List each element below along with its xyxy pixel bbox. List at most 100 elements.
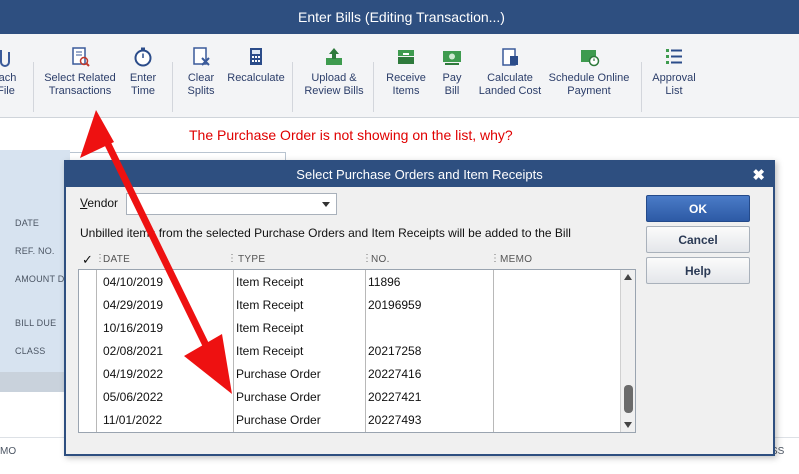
type-column-header[interactable]: TYPE — [238, 254, 265, 265]
row-type: Purchase Order — [236, 413, 321, 427]
toolbar-separator — [33, 62, 34, 112]
schedule-payment-icon — [578, 46, 600, 68]
annotation-text: The Purchase Order is not showing on the… — [189, 127, 513, 143]
enter-time-label: Enter Time — [129, 72, 157, 97]
recalculate-label: Recalculate — [227, 72, 285, 84]
approval-list-button[interactable]: Approval List — [648, 46, 700, 110]
upload-icon — [323, 46, 345, 68]
attach-file-label: tach File — [0, 72, 17, 97]
row-date: 04/10/2019 — [103, 275, 164, 289]
date-column-header[interactable]: DATE — [103, 254, 130, 265]
info-text: Unbilled items from the selected Purchas… — [80, 226, 571, 240]
receive-items-label: Receive Items — [386, 72, 426, 97]
table-row[interactable]: 10/16/2019 Item Receipt — [79, 316, 621, 339]
receive-items-icon — [395, 46, 417, 68]
amount-due-label: AMOUNT D — [15, 274, 65, 284]
row-type: Purchase Order — [236, 367, 321, 381]
table-row[interactable]: 04/19/2022 Purchase Order 20227416 — [79, 362, 621, 385]
pay-bill-icon — [441, 46, 463, 68]
dialog-title-bar: Select Purchase Orders and Item Receipts — [66, 162, 773, 187]
row-no: 20227421 — [368, 390, 422, 404]
cancel-button[interactable]: Cancel — [646, 226, 750, 253]
chevron-down-icon — [322, 202, 330, 207]
toolbar-separator — [373, 62, 374, 112]
attach-file-button[interactable]: tach File — [0, 46, 20, 110]
vendor-label: Vendor — [80, 196, 119, 210]
column-separator: ⋮ — [362, 253, 372, 264]
memo-label: MO — [0, 446, 17, 457]
dialog-title: Select Purchase Orders and Item Receipts — [296, 167, 543, 182]
enter-time-button[interactable]: Enter Time — [124, 46, 162, 110]
row-date: 02/08/2021 — [103, 344, 164, 358]
row-type: Purchase Order — [236, 390, 321, 404]
ok-button[interactable]: OK — [646, 195, 750, 222]
row-type: Item Receipt — [236, 344, 304, 358]
bill-due-label: BILL DUE — [15, 318, 57, 328]
approval-list-icon — [663, 46, 685, 68]
approval-list-label: Approval List — [652, 72, 696, 97]
clear-splits-button[interactable]: Clear Splits — [180, 46, 222, 110]
window-title: Enter Bills (Editing Transaction...) — [298, 9, 505, 25]
ref-no-label: REF. NO. — [15, 246, 55, 256]
column-separator: ⋮ — [227, 253, 237, 264]
row-date: 05/06/2022 — [103, 390, 164, 404]
transactions-table: 04/10/2019 Item Receipt 11896 04/29/2019… — [78, 269, 636, 433]
pay-bill-label: Pay Bill — [442, 72, 462, 97]
scroll-thumb[interactable] — [624, 385, 633, 413]
row-no: 20227493 — [368, 413, 422, 427]
select-related-transactions-label: Select Related Transactions — [44, 72, 116, 97]
table-row[interactable]: 04/10/2019 Item Receipt 11896 — [79, 270, 621, 293]
table-row[interactable]: 02/08/2021 Item Receipt 20217258 — [79, 339, 621, 362]
vendor-dropdown[interactable] — [126, 193, 337, 215]
clear-splits-icon — [190, 46, 212, 68]
date-label: DATE — [15, 218, 40, 228]
column-separator: ⋮ — [490, 253, 500, 264]
vertical-scrollbar[interactable] — [620, 270, 635, 432]
memo-column-header[interactable]: MEMO — [500, 254, 532, 265]
landed-cost-icon — [499, 46, 521, 68]
table-row[interactable]: 05/06/2022 Purchase Order 20227421 — [79, 385, 621, 408]
row-date: 04/29/2019 — [103, 298, 164, 312]
paperclip-icon — [0, 46, 17, 68]
toolbar: tach File Select Related Transactions En… — [0, 34, 799, 118]
row-type: Item Receipt — [236, 275, 304, 289]
recalculate-button[interactable]: Recalculate — [224, 46, 288, 110]
upload-review-bills-label: Upload & Review Bills — [304, 72, 364, 97]
help-button[interactable]: Help — [646, 257, 750, 284]
row-date: 11/01/2022 — [103, 413, 163, 427]
row-no: 20196959 — [368, 298, 422, 312]
calculate-landed-cost-label: Calculate Landed Cost — [478, 72, 542, 97]
clear-splits-label: Clear Splits — [187, 72, 215, 97]
toolbar-separator — [641, 62, 642, 112]
schedule-online-payment-button[interactable]: Schedule Online Payment — [546, 46, 632, 110]
row-no: 11896 — [368, 275, 401, 289]
scroll-up-icon[interactable] — [624, 274, 632, 280]
table-row[interactable]: 04/29/2019 Item Receipt 20196959 — [79, 293, 621, 316]
table-row[interactable]: 11/01/2022 Purchase Order 20227493 — [79, 408, 621, 431]
bill-form-strip — [0, 372, 70, 392]
pay-bill-button[interactable]: Pay Bill — [437, 46, 467, 110]
upload-review-bills-button[interactable]: Upload & Review Bills — [301, 46, 367, 110]
receive-items-button[interactable]: Receive Items — [381, 46, 431, 110]
select-po-dialog: Select Purchase Orders and Item Receipts… — [64, 160, 775, 456]
schedule-online-payment-label: Schedule Online Payment — [548, 72, 630, 97]
calculator-icon — [245, 46, 267, 68]
row-type: Item Receipt — [236, 298, 304, 312]
class-label: CLASS — [15, 346, 46, 356]
toolbar-separator — [292, 62, 293, 112]
row-no: 20217258 — [368, 344, 422, 358]
row-no: 20227416 — [368, 367, 422, 381]
row-date: 10/16/2019 — [103, 321, 164, 335]
window-title-bar: Enter Bills (Editing Transaction...) — [0, 0, 799, 34]
row-type: Item Receipt — [236, 321, 304, 335]
check-column-header[interactable]: ✓ — [82, 252, 93, 268]
stopwatch-icon — [132, 46, 154, 68]
toolbar-separator — [172, 62, 173, 112]
close-icon[interactable]: ✖ — [752, 166, 765, 184]
scroll-down-icon[interactable] — [624, 422, 632, 428]
select-related-transactions-button[interactable]: Select Related Transactions — [40, 46, 120, 110]
table-header: ✓ ⋮ DATE ⋮ TYPE ⋮ NO. ⋮ MEMO — [78, 249, 636, 269]
no-column-header[interactable]: NO. — [371, 254, 390, 265]
calculate-landed-cost-button[interactable]: Calculate Landed Cost — [474, 46, 546, 110]
document-search-icon — [69, 46, 91, 68]
